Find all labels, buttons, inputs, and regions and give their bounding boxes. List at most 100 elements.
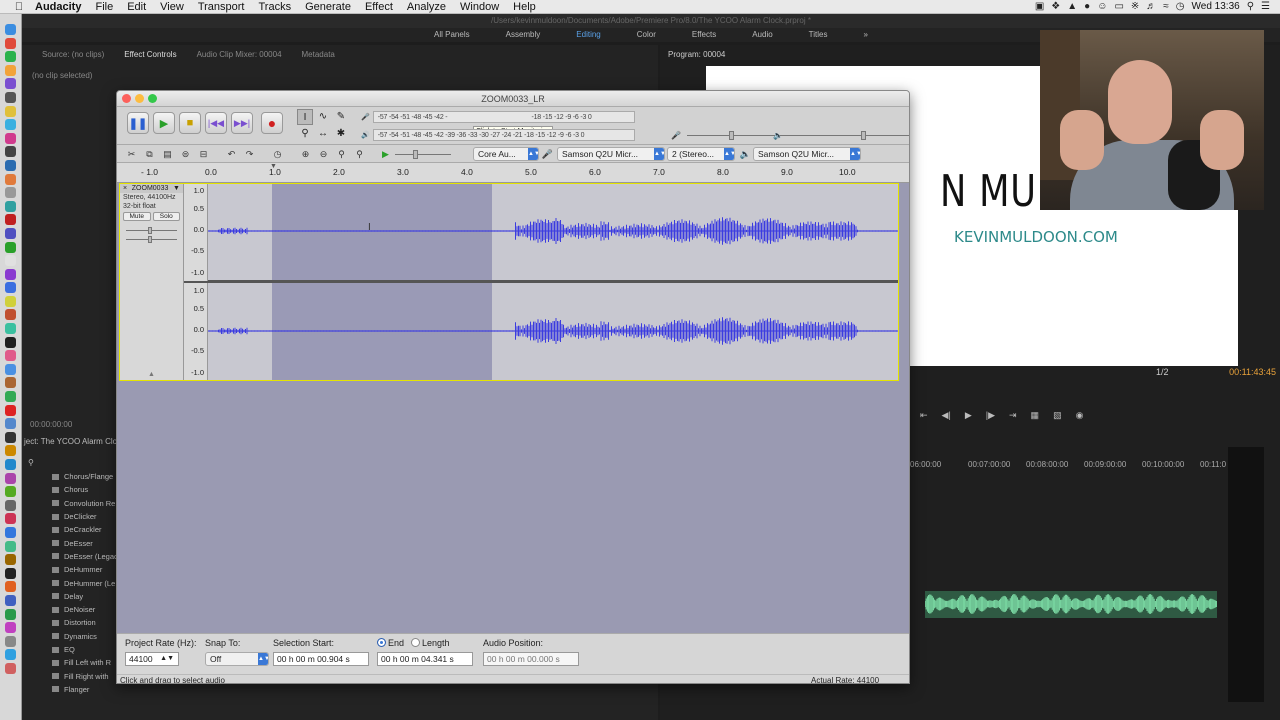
effect-list-item[interactable]: DeCrackler [22, 523, 116, 536]
dock-app-icon[interactable] [5, 173, 16, 185]
menubar-clock[interactable]: Wed 13:36 [1192, 1, 1240, 12]
dock-app-icon[interactable] [5, 445, 16, 457]
workspace-titles[interactable]: Titles [791, 28, 846, 42]
effect-list-item[interactable]: Delay [22, 590, 116, 603]
collapse-track-icon[interactable]: ▲ [148, 371, 155, 378]
resolution-select[interactable]: 1/2 [1156, 367, 1169, 377]
dock-app-icon[interactable] [5, 295, 16, 307]
dock-app-icon[interactable] [5, 37, 16, 49]
input-device-select[interactable]: Samson Q2U Micr... ▲▼ [557, 147, 665, 161]
play-speed-slider[interactable] [389, 148, 451, 160]
minimize-window-icon[interactable] [135, 94, 144, 103]
workspace-effects[interactable]: Effects [674, 28, 734, 42]
pan-slider[interactable] [126, 236, 177, 243]
dock-app-icon[interactable] [5, 499, 16, 511]
lift-icon[interactable]: ▦ [1031, 410, 1040, 421]
dock-app-icon[interactable] [5, 526, 16, 538]
dock-app-icon[interactable] [5, 554, 16, 566]
silence-icon[interactable]: ⊟ [197, 148, 210, 160]
menu-effect[interactable]: Effect [358, 1, 400, 13]
pause-button[interactable]: ❚❚ [127, 112, 149, 134]
timeline-ruler-audacity[interactable]: - 1.0 0.0 1.0 2.0 3.0 4.0 5.0 6.0 7.0 8.0 9.0 10.0 ▼ [117, 163, 909, 183]
time-machine-icon[interactable]: ◷ [1176, 1, 1185, 12]
dock-app-icon[interactable] [5, 662, 16, 674]
dropbox-icon[interactable]: ❖ [1051, 1, 1060, 12]
dock-app-icon[interactable] [5, 78, 16, 90]
play-head-marker-icon[interactable]: ▼ [270, 163, 277, 170]
location-icon[interactable]: ● [1084, 1, 1090, 12]
mute-button[interactable]: Mute [123, 212, 151, 221]
effect-list-item[interactable]: DeHummer (Le [22, 576, 116, 589]
dock-app-icon[interactable] [5, 581, 16, 593]
dock-app-icon[interactable] [5, 567, 16, 579]
fit-selection-icon[interactable]: ⚲ [335, 148, 348, 160]
record-button[interactable]: ● [261, 112, 283, 134]
dock-app-icon[interactable] [5, 363, 16, 375]
workspace-color[interactable]: Color [619, 28, 674, 42]
stop-button[interactable]: ■ [179, 112, 201, 134]
effect-list-item[interactable]: Fill Right with [22, 669, 116, 682]
apple-menu-icon[interactable]:  [10, 1, 28, 13]
record-meter[interactable]: 🎤 -57 -54 -51 -48 -45 -42 - -18 -15 -12 -… [361, 109, 635, 125]
effect-list-item[interactable]: DeHummer [22, 563, 116, 576]
skip-to-start-button[interactable]: |◀◀ [205, 112, 227, 134]
workspace-more-chevron-icon[interactable]: » [846, 28, 886, 42]
audio-position-field[interactable]: 00 h 00 m 00.000 s [483, 652, 579, 666]
dock-app-icon[interactable] [5, 132, 16, 144]
dock-app-icon[interactable] [5, 486, 16, 498]
tab-audio-clip-mixer[interactable]: Audio Clip Mixer: 00004 [187, 50, 292, 59]
effect-list-item[interactable]: Chorus/Flange [22, 470, 116, 483]
menu-app-audacity[interactable]: Audacity [28, 1, 88, 13]
effect-list-item[interactable]: DeEsser [22, 536, 116, 549]
step-back-icon[interactable]: ◀| [942, 410, 951, 421]
workspace-all-panels[interactable]: All Panels [416, 28, 488, 42]
waveform-display[interactable]: I [207, 184, 898, 380]
selection-end-field[interactable]: 00 h 00 m 04.341 s [377, 652, 473, 666]
dock-app-icon[interactable] [5, 64, 16, 76]
cut-icon[interactable]: ✂ [125, 148, 138, 160]
track-menu-chevron-icon[interactable]: ▼ [173, 185, 180, 192]
selection-start-field[interactable]: 00 h 00 m 00.904 s [273, 652, 369, 666]
drive-icon[interactable]: ▲ [1067, 1, 1077, 12]
workspace-audio[interactable]: Audio [734, 28, 790, 42]
skip-to-end-button[interactable]: ▶▶| [231, 112, 253, 134]
effect-list-item[interactable]: Distortion [22, 616, 116, 629]
dock-app-icon[interactable] [5, 91, 16, 103]
menu-transport[interactable]: Transport [191, 1, 252, 13]
effect-list-item[interactable]: Flanger [22, 683, 116, 696]
dock-app-icon[interactable] [5, 622, 16, 634]
solo-button[interactable]: Solo [152, 212, 180, 221]
spotlight-search-icon[interactable]: ⚲ [1247, 1, 1254, 12]
menu-help[interactable]: Help [506, 1, 543, 13]
dock-app-icon[interactable] [5, 323, 16, 335]
dock-app-icon[interactable] [5, 594, 16, 606]
mark-in-icon[interactable]: ⇤ [920, 410, 928, 421]
dock-app-icon[interactable] [5, 404, 16, 416]
play-button[interactable]: ▶ [153, 112, 175, 134]
effect-list-item[interactable]: EQ [22, 643, 116, 656]
length-radio[interactable]: Length [411, 638, 450, 648]
dock-app-icon[interactable] [5, 146, 16, 158]
screen-icon[interactable]: ▣ [1035, 1, 1044, 12]
play-icon[interactable]: ▶ [965, 410, 972, 421]
dock-app-icon[interactable] [5, 214, 16, 226]
track-close-icon[interactable]: × [123, 185, 127, 192]
dock-app-icon[interactable] [5, 309, 16, 321]
menu-generate[interactable]: Generate [298, 1, 358, 13]
dock-app-icon[interactable] [5, 540, 16, 552]
effect-list-item[interactable]: DeClicker [22, 510, 116, 523]
track-name-menu[interactable]: × ZOOM0033 ▼ [120, 184, 183, 193]
output-device-select[interactable]: Samson Q2U Micr... ▲▼ [753, 147, 861, 161]
notification-center-icon[interactable]: ☰ [1261, 1, 1270, 12]
effect-list-item[interactable]: Dynamics [22, 630, 116, 643]
export-frame-icon[interactable]: ◉ [1076, 410, 1084, 421]
step-forward-icon[interactable]: |▶ [986, 410, 995, 421]
volume-icon[interactable]: ♬ [1146, 1, 1156, 12]
effect-list-item[interactable]: Fill Left with R [22, 656, 116, 669]
audio-host-select[interactable]: Core Au... ▲▼ [473, 147, 539, 161]
playback-meter[interactable]: 🔊 -57 -54 -51 -48 -45 -42 -39 -36 -33 -3… [361, 127, 635, 143]
close-window-icon[interactable] [122, 94, 131, 103]
dock-app-icon[interactable] [5, 200, 16, 212]
dock-app-icon[interactable] [5, 255, 16, 267]
dock-app-icon[interactable] [5, 241, 16, 253]
